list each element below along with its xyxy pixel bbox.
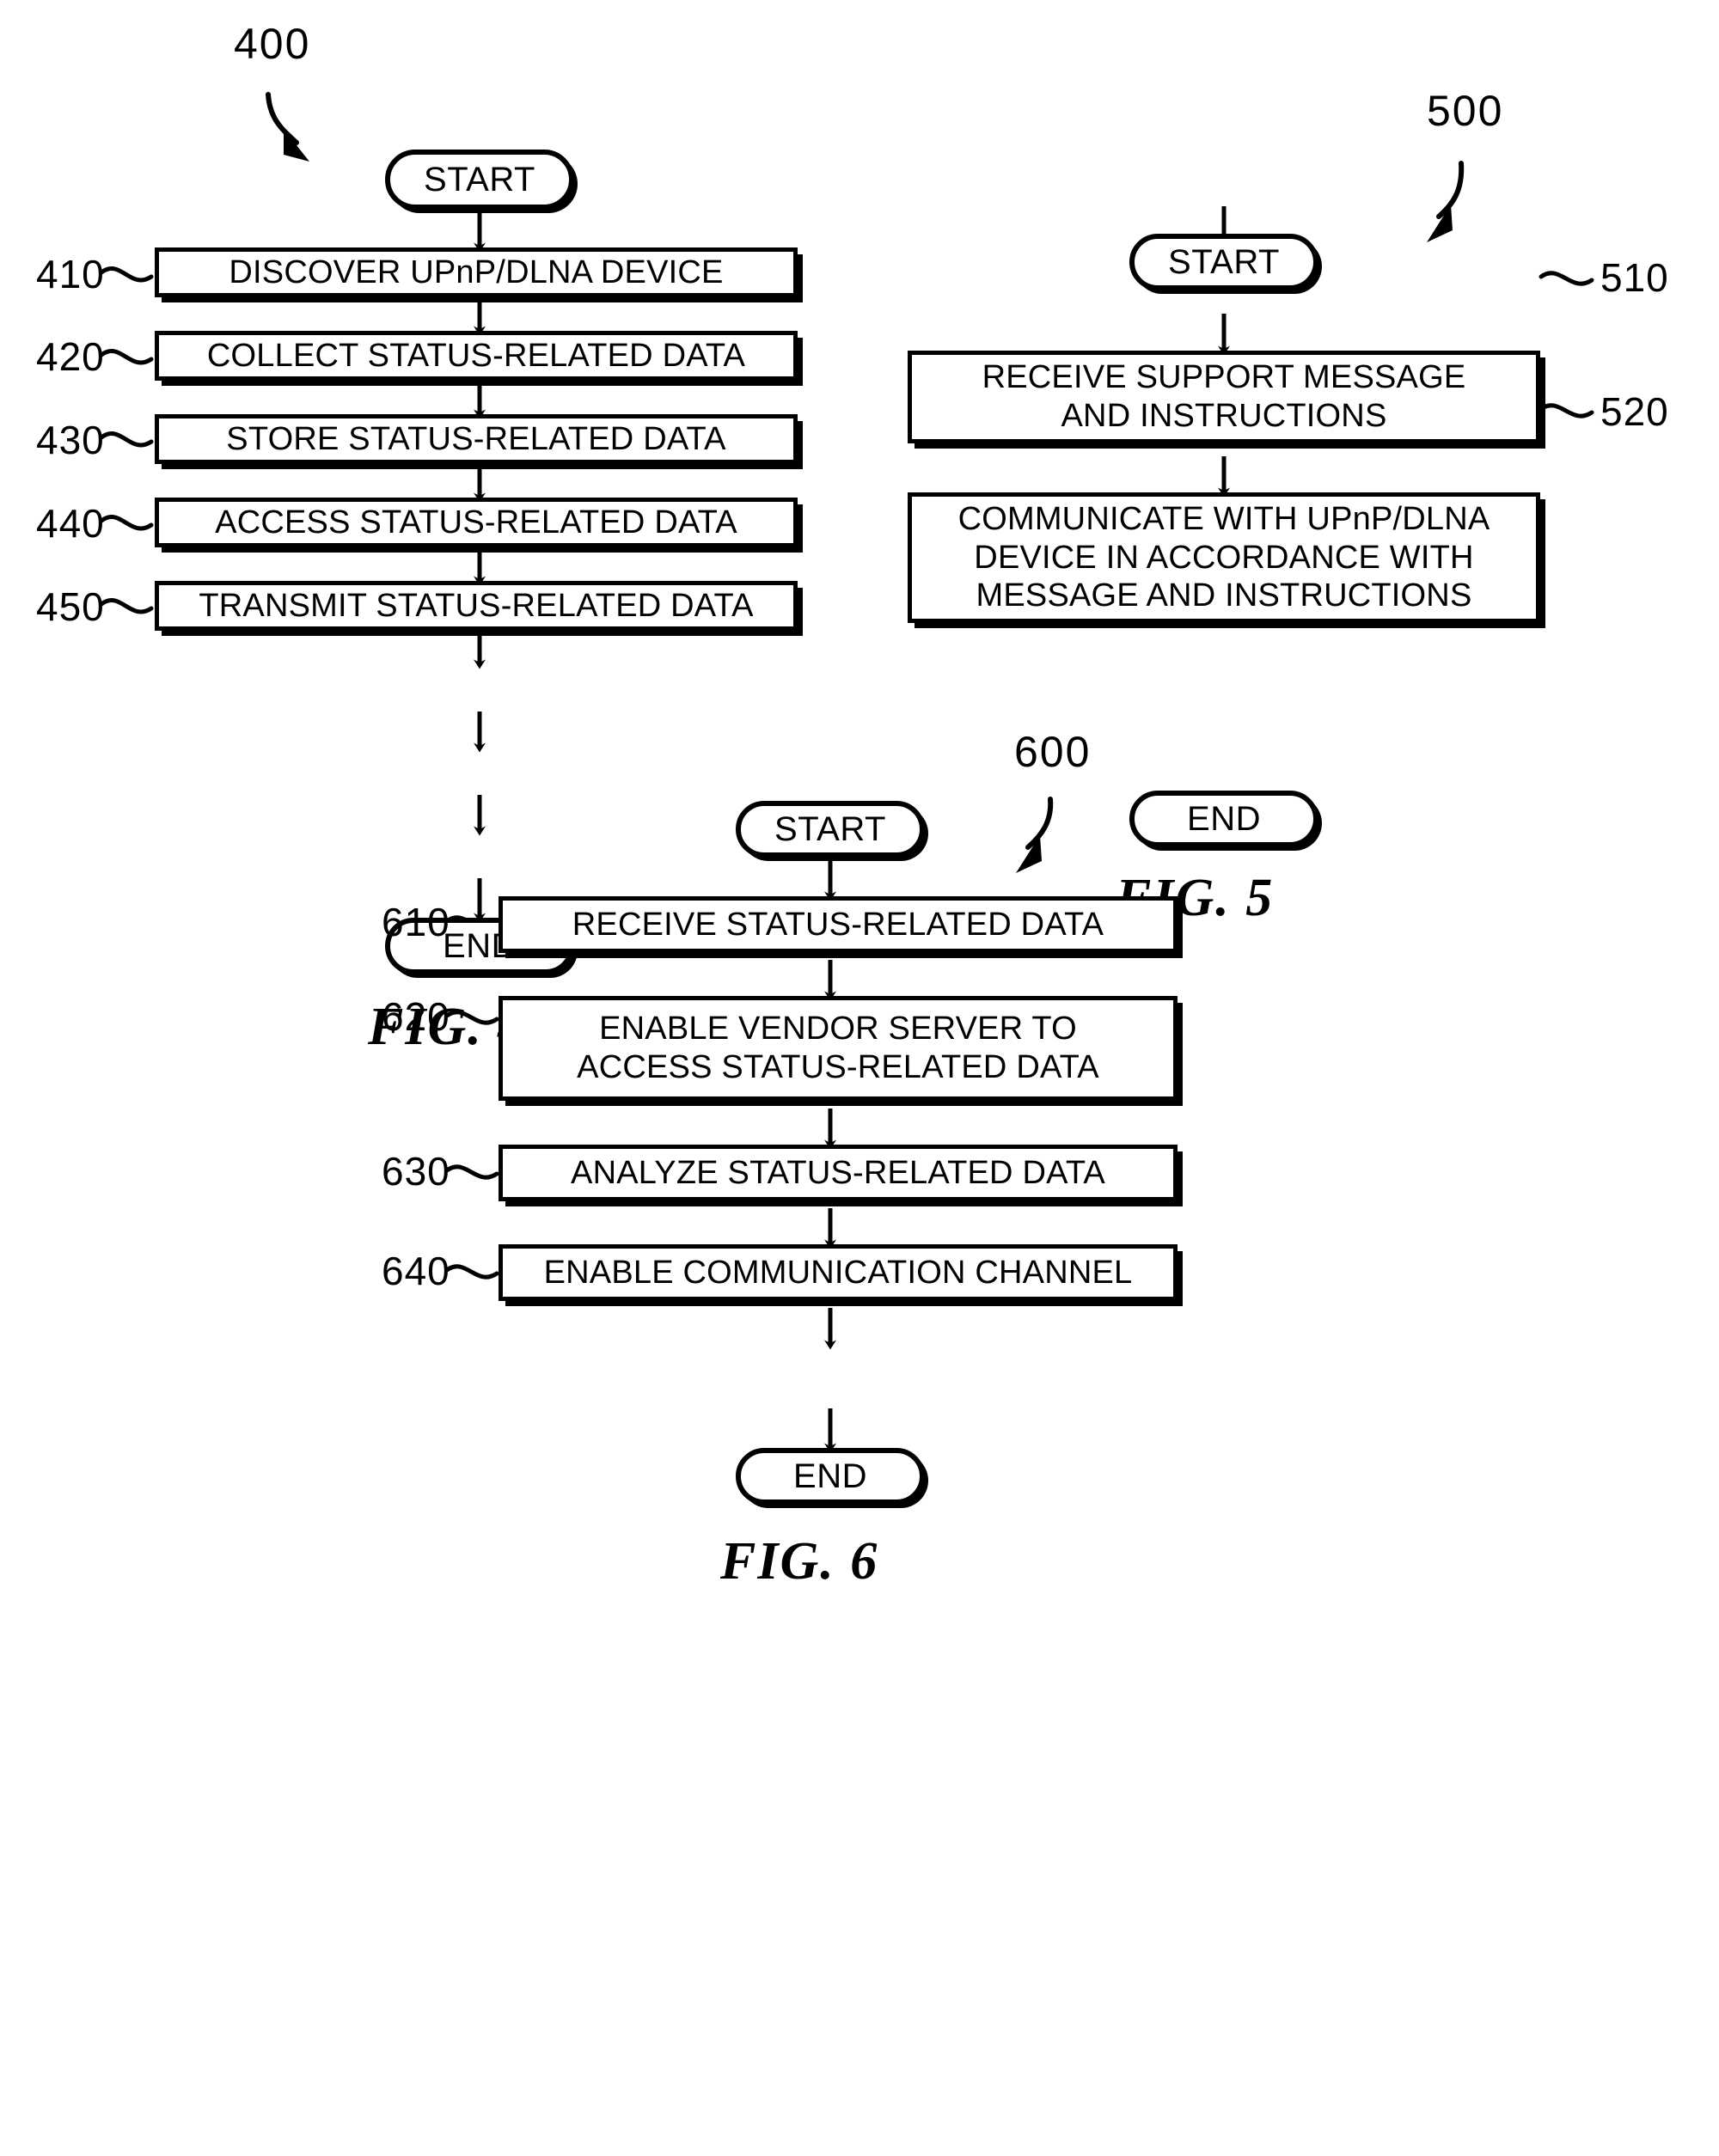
- fig6-end-label: END: [793, 1457, 867, 1495]
- fig4-step-420-label: COLLECT STATUS-RELATED DATA: [206, 337, 746, 374]
- fig6-caption: FIG. 6: [720, 1532, 879, 1591]
- fig6-ref-620: 620: [382, 994, 450, 1039]
- fig5-step-520-label: COMMUNICATE WITH UPnP/DLNA DEVICE IN ACC…: [957, 500, 1490, 614]
- fig5-start-terminator: START: [1129, 234, 1318, 290]
- fig4-ref-450: 450: [36, 584, 105, 629]
- fig4-step-440-label: ACCESS STATUS-RELATED DATA: [215, 504, 737, 541]
- fig6-step-610-label: RECEIVE STATUS-RELATED DATA: [572, 906, 1104, 943]
- fig5-start-label: START: [1168, 242, 1280, 281]
- fig5-step-520: COMMUNICATE WITH UPnP/DLNA DEVICE IN ACC…: [908, 492, 1540, 623]
- fig6-step-620: ENABLE VENDOR SERVER TO ACCESS STATUS-RE…: [499, 996, 1178, 1101]
- fig5-ref-520: 520: [1600, 389, 1669, 434]
- fig6-flow-leader: [1016, 797, 1054, 873]
- fig6-ref-640: 640: [382, 1249, 450, 1293]
- fig4-step-440: ACCESS STATUS-RELATED DATA: [155, 498, 798, 547]
- fig4-ref-leaders: [99, 266, 154, 614]
- fig4-step-410: DISCOVER UPnP/DLNA DEVICE: [155, 247, 798, 297]
- fig4-start-label: START: [424, 160, 535, 198]
- patent-figure-sheet: 400 START 410 DISCOVER UPnP/DLNA DEVICE …: [0, 0, 1719, 2156]
- fig6-end-terminator: END: [736, 1448, 925, 1505]
- fig4-step-410-label: DISCOVER UPnP/DLNA DEVICE: [229, 253, 724, 290]
- fig4-step-420: COLLECT STATUS-RELATED DATA: [155, 331, 798, 381]
- fig6-step-630: ANALYZE STATUS-RELATED DATA: [499, 1145, 1178, 1201]
- fig6-ref-610: 610: [382, 900, 450, 944]
- fig5-ref-leaders: [1539, 271, 1594, 418]
- fig6-step-610: RECEIVE STATUS-RELATED DATA: [499, 896, 1178, 953]
- fig4-step-430: STORE STATUS-RELATED DATA: [155, 414, 798, 464]
- fig5-step-510-label: RECEIVE SUPPORT MESSAGE AND INSTRUCTIONS: [982, 359, 1466, 434]
- fig6-step-620-label: ENABLE VENDOR SERVER TO ACCESS STATUS-RE…: [577, 1011, 1099, 1085]
- fig4-step-430-label: STORE STATUS-RELATED DATA: [226, 420, 726, 457]
- fig6-flow-number: 600: [1014, 728, 1092, 776]
- fig4-ref-410: 410: [36, 252, 105, 296]
- fig6-start-label: START: [774, 809, 886, 848]
- fig5-ref-510: 510: [1600, 255, 1669, 300]
- fig4-step-450: TRANSMIT STATUS-RELATED DATA: [155, 581, 798, 631]
- fig5-step-510: RECEIVE SUPPORT MESSAGE AND INSTRUCTIONS: [908, 351, 1540, 443]
- fig6-start-terminator: START: [736, 801, 925, 858]
- fig5-end-label: END: [1187, 799, 1261, 838]
- fig4-flow-leader: [266, 92, 309, 162]
- fig6-ref-630: 630: [382, 1149, 450, 1194]
- fig4-flow-number: 400: [234, 20, 311, 68]
- fig5-end-terminator: END: [1129, 791, 1318, 847]
- fig5-flow-leader: [1427, 161, 1465, 242]
- fig5-flow-number: 500: [1427, 87, 1504, 135]
- fig4-ref-430: 430: [36, 418, 105, 462]
- fig4-ref-420: 420: [36, 334, 105, 379]
- fig6-step-630-label: ANALYZE STATUS-RELATED DATA: [571, 1154, 1105, 1191]
- fig6-step-640: ENABLE COMMUNICATION CHANNEL: [499, 1244, 1178, 1301]
- fig4-start-terminator: START: [385, 150, 574, 210]
- fig4-step-450-label: TRANSMIT STATUS-RELATED DATA: [199, 587, 754, 624]
- fig4-ref-440: 440: [36, 501, 105, 546]
- fig6-step-640-label: ENABLE COMMUNICATION CHANNEL: [543, 1254, 1133, 1291]
